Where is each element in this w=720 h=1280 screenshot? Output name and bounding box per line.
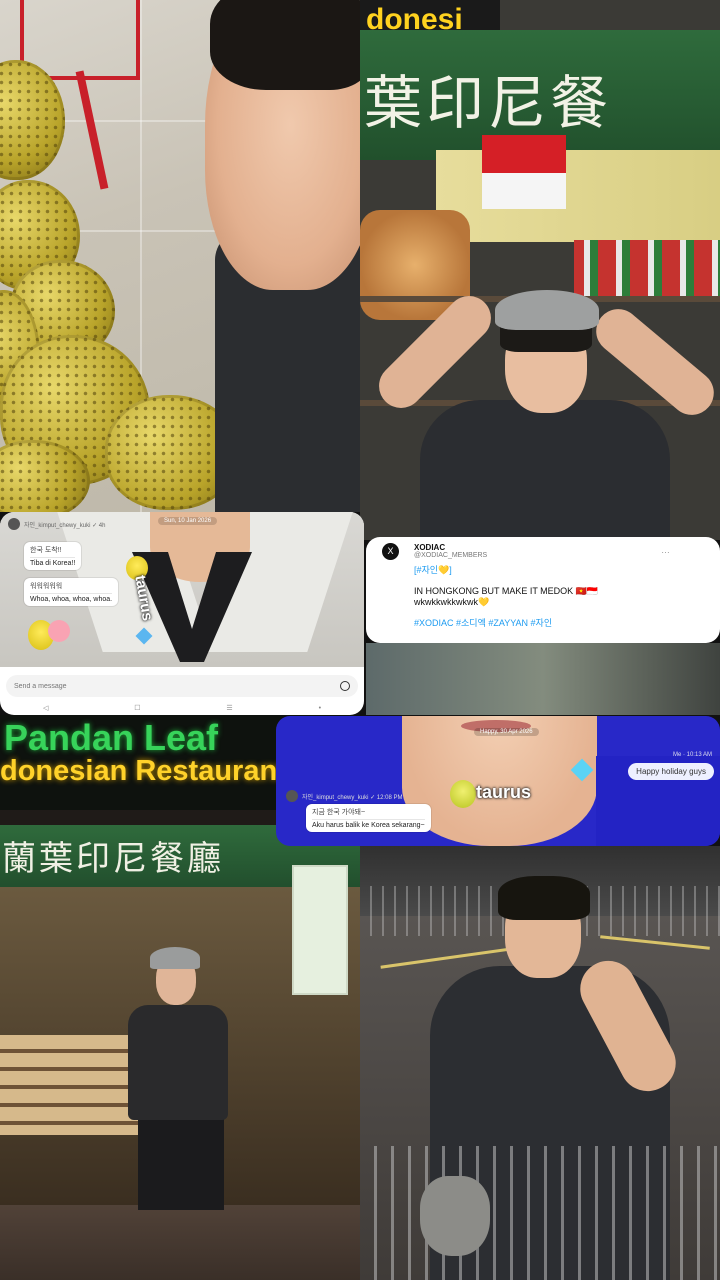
shopfront-strip-photo (366, 643, 720, 715)
chat-bubble: 지금 한국 가야돼~ Aku harus balik ke Korea seka… (306, 804, 431, 832)
sidewalk (0, 1205, 360, 1280)
chat-sender: 자인_kimput_chewy_kuki ✓ 4h (24, 522, 106, 529)
back-icon[interactable]: ◁ (43, 704, 48, 712)
tweet-line: [#자인💛] (414, 565, 452, 575)
message-input-bar[interactable] (6, 675, 358, 697)
chat-date: Happy, 30 Apr 2026 (474, 728, 539, 736)
my-message-time: Me · 10:13 AM (672, 752, 712, 758)
message-original: 지금 한국 가야돼~ (312, 807, 425, 820)
my-chat-bubble: Happy holiday guys (628, 763, 714, 780)
tweet-line: wkwkkwkkwkwk💛 (414, 597, 490, 607)
message-original: 한국 도착!! (30, 545, 76, 558)
chat-date: Sun, 10 Jan 2026 (158, 517, 218, 525)
message-input[interactable] (14, 682, 294, 690)
person-hair (210, 0, 360, 90)
avatar (8, 518, 20, 530)
restaurant-sign-chars: 葉印尼餐 (364, 69, 613, 137)
food-display-shelf (0, 1035, 140, 1135)
bucket-hat (495, 290, 599, 330)
android-nav-bar: ◁ ☐ ☰ • (0, 702, 364, 714)
lemon-sticker-icon (450, 780, 476, 808)
dot-icon[interactable]: • (319, 705, 321, 712)
person-hair (498, 876, 590, 920)
message-original: 워워워워워 (30, 581, 113, 594)
railing-front (360, 1146, 720, 1280)
flag-icon (482, 135, 566, 173)
x-logo-icon: X (382, 543, 399, 560)
bucket-hat-in-hand (420, 1176, 490, 1256)
message-translation: Aku harus balik ke Korea sekarang~ (312, 822, 425, 829)
person-shirt (128, 1005, 228, 1120)
more-icon[interactable]: … (661, 545, 670, 555)
restaurant-front-photo: donesi 葉印尼餐 (360, 0, 720, 540)
menu-board (436, 150, 720, 242)
chat-header: 자인_kimput_chewy_kuki ✓ 4h (8, 518, 105, 530)
tweet-card[interactable]: X … XODIAC @XODIAC_MEMBERS [#자인💛] IN HON… (366, 537, 720, 643)
restaurant-sign-chars: 蘭葉印尼餐廳 (2, 839, 224, 879)
menu-board (292, 865, 348, 995)
person-shirt (420, 400, 670, 540)
flag-white-stripe (482, 173, 566, 209)
durian-photo (0, 0, 360, 512)
chat-screenshot-card-blue: Happy, 30 Apr 2026 taurus 자인_kimput_chew… (276, 716, 720, 846)
taurus-sticker: taurus (476, 782, 532, 802)
home-icon[interactable]: ☐ (134, 704, 140, 712)
person-shorts (138, 1115, 224, 1210)
chat-header: 자인_kimput_chewy_kuki ✓ 12:08 PM (286, 790, 402, 802)
tweet-line: IN HONGKONG BUT MAKE IT MEDOK 🇻🇳🇮🇩 (414, 586, 599, 596)
street-night-photo (360, 846, 720, 1280)
drink-bottles (574, 240, 720, 296)
chat-sender: 자인_kimput_chewy_kuki ✓ 12:08 PM (302, 794, 403, 801)
emoji-icon[interactable] (340, 681, 350, 691)
shopping-cart-pole (75, 70, 109, 190)
message-translation: Tiba di Korea!! (30, 560, 76, 567)
chat-bubble: 한국 도착!! Tiba di Korea!! (24, 542, 82, 570)
menu-icon[interactable]: ☰ (226, 704, 232, 712)
tweet-hashtags[interactable]: #XODIAC #소디엑 #ZAYYAN #자인 (414, 618, 706, 629)
chat-screenshot-card: 자인_kimput_chewy_kuki ✓ 4h Sun, 10 Jan 20… (0, 512, 364, 715)
bucket-hat (150, 947, 200, 969)
chat-bubble: 워워워워워 Whoa, whoa, whoa, whoa. (24, 578, 119, 606)
pandan-leaf-neon: Pandan Leaf (4, 717, 219, 758)
blush-sticker-icon (48, 620, 70, 642)
message-translation: Whoa, whoa, whoa, whoa. (30, 596, 113, 603)
avatar (286, 790, 298, 802)
restaurant-neon: donesian Restaurant (0, 755, 287, 787)
